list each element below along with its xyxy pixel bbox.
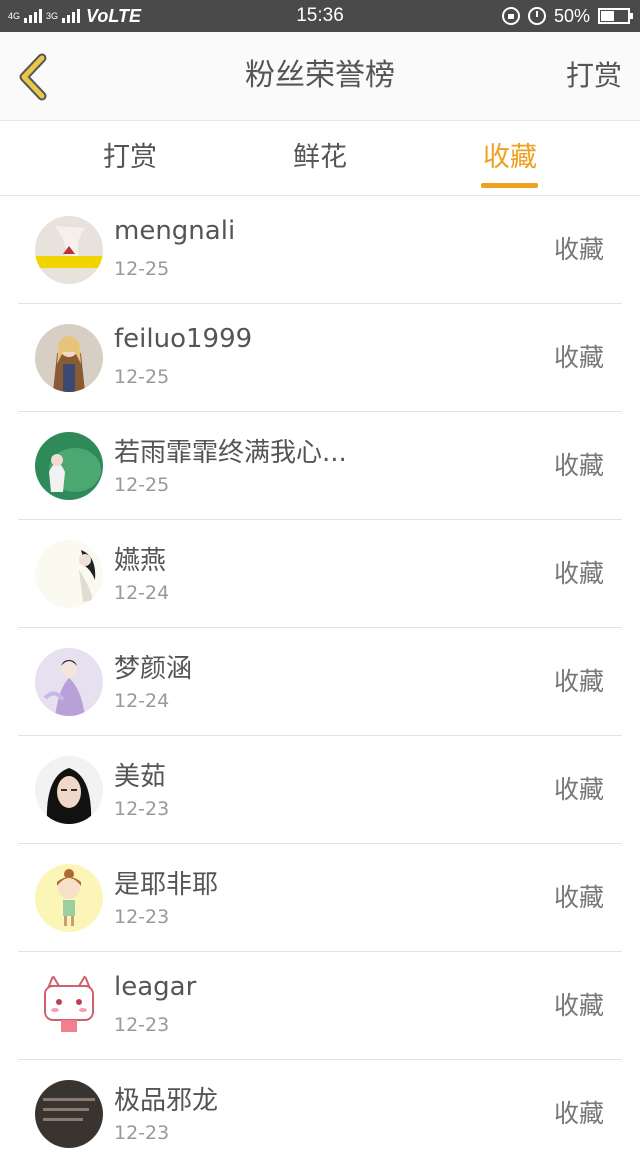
avatar: [35, 648, 103, 716]
list-item[interactable]: 美茹 12-23 收藏: [0, 736, 640, 844]
item-action-label: 收藏: [553, 667, 604, 696]
user-name: 若雨霏霏终满我心...: [114, 438, 347, 468]
avatar: [35, 864, 103, 932]
battery-icon: [598, 8, 633, 24]
item-date: 12-23: [114, 1014, 170, 1036]
list-item[interactable]: 若雨霏霏终满我心... 12-25 收藏: [0, 412, 640, 520]
avatar: [35, 432, 103, 500]
reward-button[interactable]: 打赏: [566, 32, 622, 120]
item-action-label: 收藏: [553, 451, 604, 480]
page-title: 粉丝荣誉榜: [245, 58, 395, 93]
item-action-label: 收藏: [553, 775, 604, 804]
lock-rotation-icon: [501, 7, 520, 25]
app-header: 粉丝荣誉榜 打赏: [0, 32, 640, 121]
list-item[interactable]: 极品邪龙 12-23 收藏: [0, 1060, 640, 1168]
user-name: 是耶非耶: [114, 870, 219, 900]
user-name: leagar: [114, 972, 197, 1002]
avatar: [35, 216, 103, 284]
list-item[interactable]: mengnali 12-25 收藏: [0, 196, 640, 304]
list-item[interactable]: 梦颜涵 12-24 收藏: [0, 628, 640, 736]
item-date: 12-23: [114, 906, 170, 928]
item-action-label: 收藏: [553, 883, 604, 912]
list-item[interactable]: leagar 12-23 收藏: [0, 952, 640, 1060]
user-name: 极品邪龙: [114, 1086, 219, 1116]
item-action-label: 收藏: [553, 991, 604, 1020]
item-date: 12-24: [114, 582, 170, 604]
tab-bar: 打赏 鲜花 收藏: [0, 121, 640, 196]
item-action-label: 收藏: [553, 235, 604, 264]
battery-fill: [601, 11, 614, 21]
battery-percent: 50%: [553, 5, 590, 26]
user-name: 梦颜涵: [114, 654, 193, 684]
avatar: [35, 972, 103, 1040]
item-date: 12-25: [114, 474, 170, 496]
tab-flowers[interactable]: 鲜花: [250, 121, 390, 195]
user-name: 美茹: [114, 762, 167, 792]
list-item[interactable]: 嬿燕 12-24 收藏: [0, 520, 640, 628]
avatar: [35, 756, 103, 824]
item-action-label: 收藏: [553, 343, 604, 372]
active-tab-indicator: [481, 183, 538, 188]
item-date: 12-23: [114, 798, 170, 820]
alarm-icon: [527, 7, 546, 25]
avatar: [35, 540, 103, 608]
avatar: [35, 324, 103, 392]
list-item[interactable]: 是耶非耶 12-23 收藏: [0, 844, 640, 952]
list-item[interactable]: feiluo1999 12-25 收藏: [0, 304, 640, 412]
status-icons: 50%: [501, 0, 633, 32]
item-date: 12-23: [114, 1122, 170, 1144]
item-action-label: 收藏: [553, 1099, 604, 1128]
item-action-label: 收藏: [553, 559, 604, 588]
item-date: 12-25: [114, 366, 170, 388]
item-date: 12-24: [114, 690, 170, 712]
user-name: mengnali: [114, 216, 236, 246]
tab-reward[interactable]: 打赏: [60, 121, 200, 195]
user-name: feiluo1999: [114, 324, 253, 354]
item-date: 12-25: [114, 258, 170, 280]
status-bar: 4G 3G VoLTE 15:36 50%: [0, 0, 640, 32]
user-name: 嬿燕: [114, 546, 167, 576]
